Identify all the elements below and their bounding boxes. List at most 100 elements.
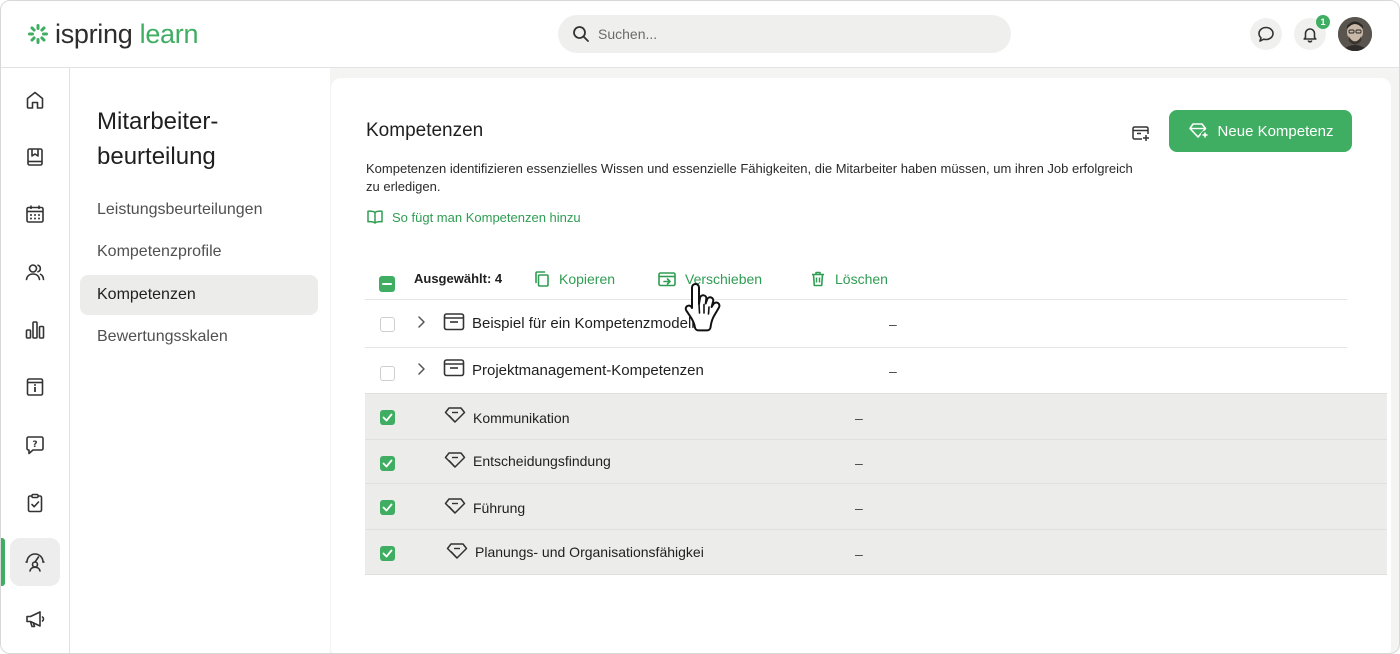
logo-text: ispring learn bbox=[55, 19, 198, 49]
evaluation-icon bbox=[25, 553, 45, 572]
top-header: ispring learn 1 bbox=[1, 1, 1399, 68]
howto-link-label: So fügt man Kompetenzen hinzu bbox=[392, 209, 581, 225]
diamond-plus-icon bbox=[1188, 123, 1209, 140]
table-row[interactable]: Kommunikation – bbox=[365, 393, 1387, 439]
clipboard-check-icon bbox=[27, 493, 43, 513]
delete-button[interactable]: Löschen bbox=[809, 264, 888, 294]
howto-link[interactable]: So fügt man Kompetenzen hinzu bbox=[366, 209, 581, 225]
rail-reports[interactable] bbox=[10, 306, 60, 354]
copy-icon bbox=[535, 271, 549, 287]
subnav-item-kompetenzen[interactable]: Kompetenzen bbox=[80, 275, 318, 315]
subnav-item-bewertungsskalen[interactable]: Bewertungsskalen bbox=[80, 317, 318, 357]
diamond-icon bbox=[444, 498, 466, 514]
page-title: Kompetenzen bbox=[366, 120, 484, 141]
check-icon bbox=[382, 503, 393, 512]
row-name: Planungs- und Organisationsfähigkeit bbox=[475, 544, 704, 560]
check-icon bbox=[382, 459, 393, 468]
rail-calendar[interactable] bbox=[10, 190, 60, 238]
table-row[interactable]: Beispiel für ein Kompetenzmodell – bbox=[365, 299, 1347, 347]
main-panel: Kompetenzen Kompetenzen identifizieren e… bbox=[331, 78, 1391, 653]
folder-icon bbox=[443, 313, 465, 331]
book-icon bbox=[27, 148, 43, 166]
diamond-icon bbox=[444, 452, 466, 468]
copy-label: Kopieren bbox=[559, 271, 616, 287]
table-row[interactable]: Entscheidungsfindung – bbox=[365, 439, 1387, 483]
row-value: – bbox=[855, 500, 863, 516]
logo[interactable]: ispring learn bbox=[27, 19, 198, 49]
avatar[interactable] bbox=[1338, 17, 1372, 51]
question-icon: ? bbox=[26, 436, 44, 455]
section-title: Mitarbeiter-beurteilung bbox=[97, 108, 219, 170]
rail-evaluation[interactable] bbox=[10, 538, 60, 586]
row-checkbox[interactable] bbox=[380, 455, 395, 473]
home-icon bbox=[26, 91, 44, 109]
check-icon bbox=[382, 413, 393, 422]
search-bar[interactable] bbox=[558, 15, 1011, 53]
app-frame: ispring learn 1 bbox=[0, 0, 1400, 654]
row-value: – bbox=[855, 546, 863, 562]
row-checkbox[interactable] bbox=[380, 317, 395, 337]
hand-cursor-icon bbox=[684, 283, 721, 332]
row-checkbox[interactable] bbox=[380, 499, 395, 517]
rail-users[interactable] bbox=[10, 248, 60, 296]
rail-home[interactable] bbox=[10, 76, 60, 124]
open-book-icon bbox=[367, 210, 383, 224]
rail-announcements[interactable] bbox=[10, 595, 60, 643]
rail-info[interactable] bbox=[10, 363, 60, 411]
row-name: Führung bbox=[473, 500, 526, 516]
section-nav: Mitarbeiter-beurteilung Leistungsbeurtei… bbox=[70, 68, 330, 653]
new-competency-button[interactable]: Neue Kompetenz bbox=[1169, 110, 1352, 152]
trash-icon bbox=[812, 271, 824, 287]
subnav-item-kompetenzprofile[interactable]: Kompetenzprofile bbox=[80, 232, 318, 272]
row-checkbox[interactable] bbox=[380, 545, 395, 563]
row-name: Beispiel für ein Kompetenzmodell bbox=[472, 315, 695, 332]
chat-icon bbox=[1258, 26, 1274, 42]
select-all-checkbox[interactable] bbox=[379, 269, 395, 299]
bell-icon bbox=[1303, 28, 1317, 43]
row-value: – bbox=[855, 410, 863, 426]
folder-add-icon bbox=[1132, 126, 1150, 142]
new-competency-label: Neue Kompetenz bbox=[1217, 122, 1334, 140]
folder-icon bbox=[443, 359, 465, 377]
search-icon bbox=[573, 26, 589, 42]
table-row[interactable]: Projektmanagement-Kompetenzen – bbox=[365, 347, 1347, 393]
selection-toolbar: Ausgewählt: 4 Kopieren Verschieben Lösch… bbox=[366, 264, 1348, 300]
diamond-icon bbox=[446, 543, 468, 559]
search-input[interactable] bbox=[598, 26, 978, 42]
delete-label: Löschen bbox=[835, 271, 888, 287]
row-name: Kommunikation bbox=[473, 410, 570, 426]
copy-button[interactable]: Kopieren bbox=[533, 264, 615, 294]
chevron-right-icon[interactable] bbox=[415, 362, 427, 376]
notifications-button[interactable]: 1 bbox=[1294, 15, 1330, 50]
svg-text:?: ? bbox=[32, 440, 37, 450]
rail-courses[interactable] bbox=[10, 133, 60, 181]
calendar-icon bbox=[26, 205, 44, 223]
row-name: Projektmanagement-Kompetenzen bbox=[472, 362, 704, 379]
rail-help[interactable]: ? bbox=[10, 421, 60, 469]
logo-text-ispring: ispring bbox=[55, 19, 133, 49]
table-row[interactable]: Führung – bbox=[365, 483, 1387, 529]
info-card-icon bbox=[26, 378, 44, 396]
row-checkbox[interactable] bbox=[380, 409, 395, 427]
chevron-right-icon[interactable] bbox=[415, 315, 427, 329]
rail-tasks[interactable] bbox=[10, 479, 60, 527]
subnav-item-leistungsbeurteilungen[interactable]: Leistungsbeurteilungen bbox=[80, 190, 318, 230]
row-checkbox[interactable] bbox=[380, 366, 395, 386]
notification-badge: 1 bbox=[1316, 15, 1330, 29]
move-folder-icon bbox=[658, 272, 676, 287]
selected-count: Ausgewählt: 4 bbox=[414, 271, 503, 286]
diamond-icon bbox=[444, 407, 466, 423]
logo-icon bbox=[28, 24, 48, 44]
indeterminate-checkbox-icon bbox=[379, 276, 395, 292]
import-button[interactable] bbox=[1129, 121, 1153, 145]
row-value: – bbox=[855, 455, 863, 471]
table-row[interactable]: Planungs- und Organisationsfähigkeit – bbox=[365, 529, 1387, 575]
row-name: Entscheidungsfindung bbox=[473, 453, 611, 469]
row-value: – bbox=[889, 363, 897, 379]
active-indicator bbox=[1, 538, 5, 586]
megaphone-icon bbox=[26, 611, 45, 628]
check-icon bbox=[382, 549, 393, 558]
chart-icon bbox=[25, 321, 45, 339]
chat-button[interactable] bbox=[1250, 18, 1282, 50]
users-icon bbox=[25, 264, 45, 281]
